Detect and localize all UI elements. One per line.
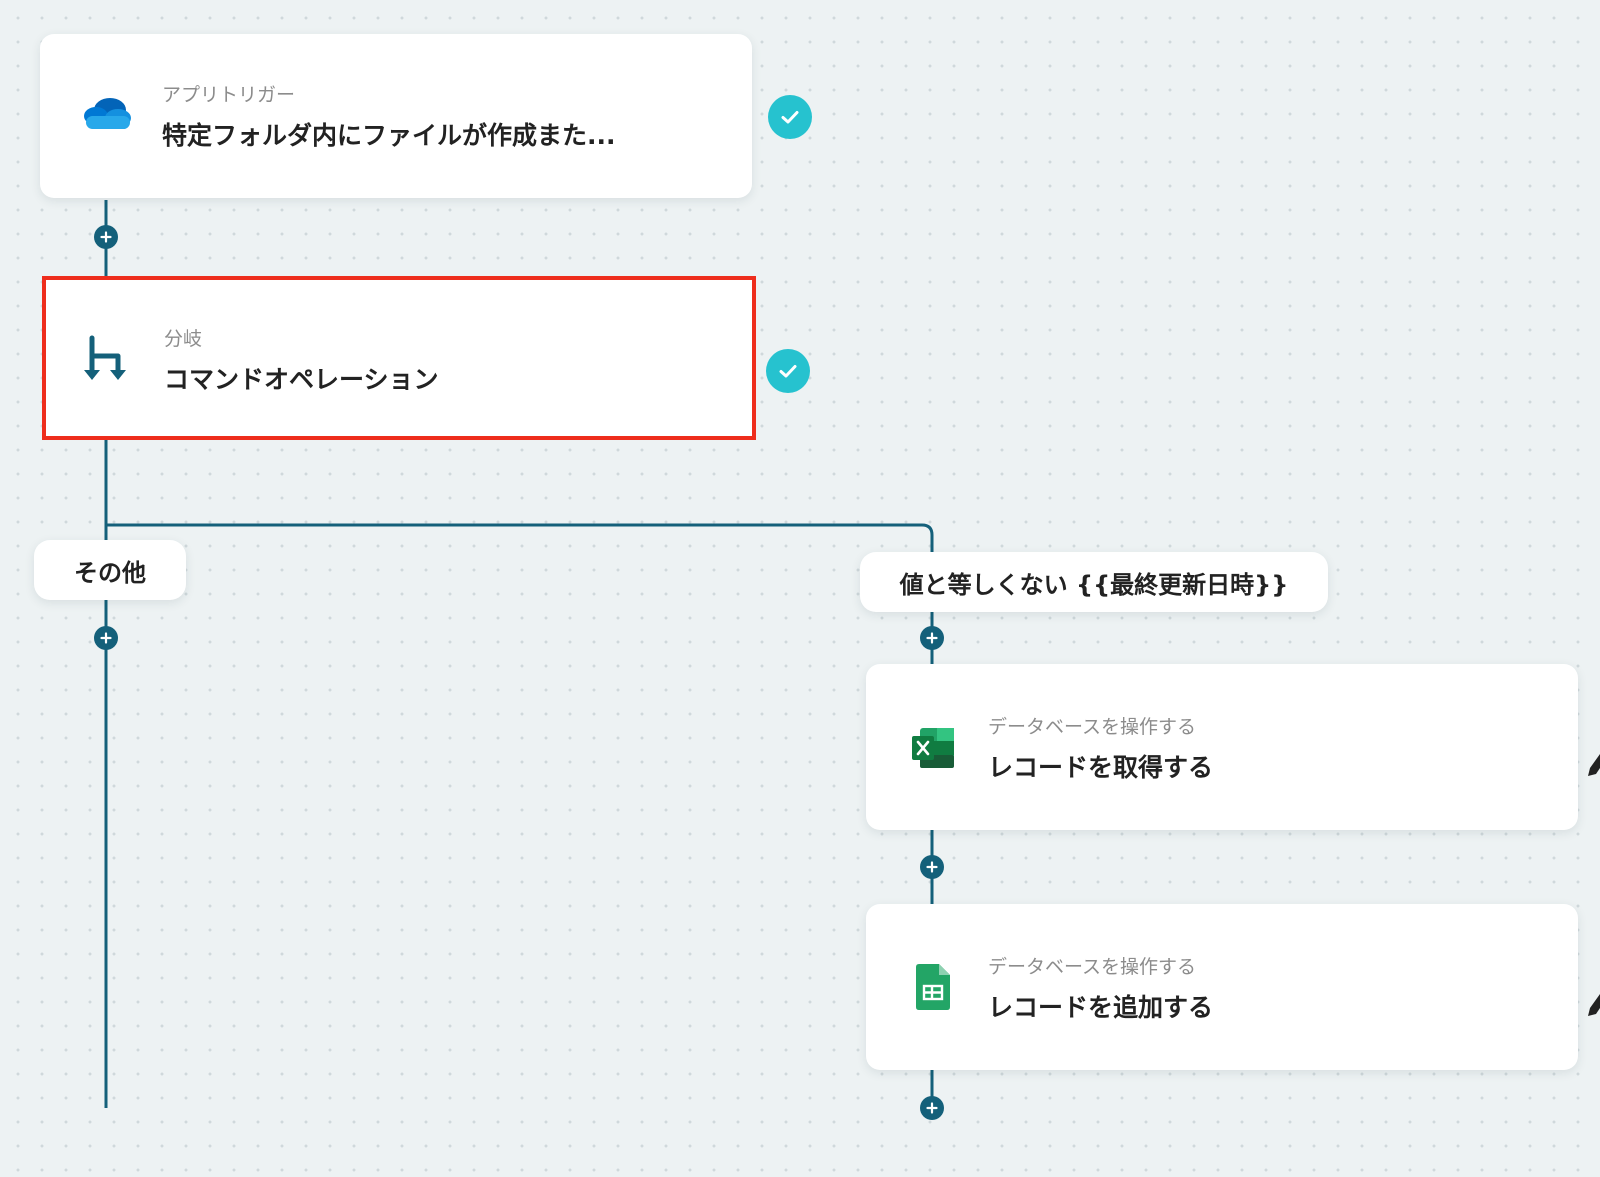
trigger-card[interactable]: アプリトリガー 特定フォルダ内にファイルが作成また... xyxy=(40,34,752,198)
trigger-subtitle: アプリトリガー xyxy=(162,84,296,106)
branch-label-condition[interactable]: 値と等しくない {{最終更新日時}} xyxy=(860,552,1328,612)
trigger-check-icon xyxy=(768,95,812,139)
action-card-get-record[interactable]: データベースを操作する レコードを取得する xyxy=(866,664,1578,830)
add-step-button[interactable] xyxy=(920,1096,944,1120)
edit-icon[interactable] xyxy=(1588,992,1600,1022)
google-sheets-icon xyxy=(916,964,950,1014)
branch-subtitle: 分岐 xyxy=(164,328,203,350)
onedrive-cloud-icon xyxy=(80,96,132,136)
action-subtitle: データベースを操作する xyxy=(988,956,1197,978)
add-step-button[interactable] xyxy=(920,626,944,650)
branch-icon xyxy=(82,334,130,390)
add-step-button[interactable] xyxy=(920,855,944,879)
connector-branch-right xyxy=(106,523,934,552)
branch-title: コマンドオペレーション xyxy=(164,365,439,394)
branch-check-icon xyxy=(766,349,810,393)
branch-label-other[interactable]: その他 xyxy=(34,540,186,600)
branch-card[interactable]: 分岐 コマンドオペレーション xyxy=(42,276,756,440)
action-subtitle: データベースを操作する xyxy=(988,716,1197,738)
action-title: レコードを追加する xyxy=(988,993,1214,1022)
add-step-button[interactable] xyxy=(94,626,118,650)
excel-icon xyxy=(910,726,956,774)
edit-icon[interactable] xyxy=(1588,752,1600,782)
add-step-button[interactable] xyxy=(94,225,118,249)
trigger-title: 特定フォルダ内にファイルが作成また... xyxy=(162,121,616,150)
action-card-add-record[interactable]: データベースを操作する レコードを追加する xyxy=(866,904,1578,1070)
action-title: レコードを取得する xyxy=(988,753,1214,782)
